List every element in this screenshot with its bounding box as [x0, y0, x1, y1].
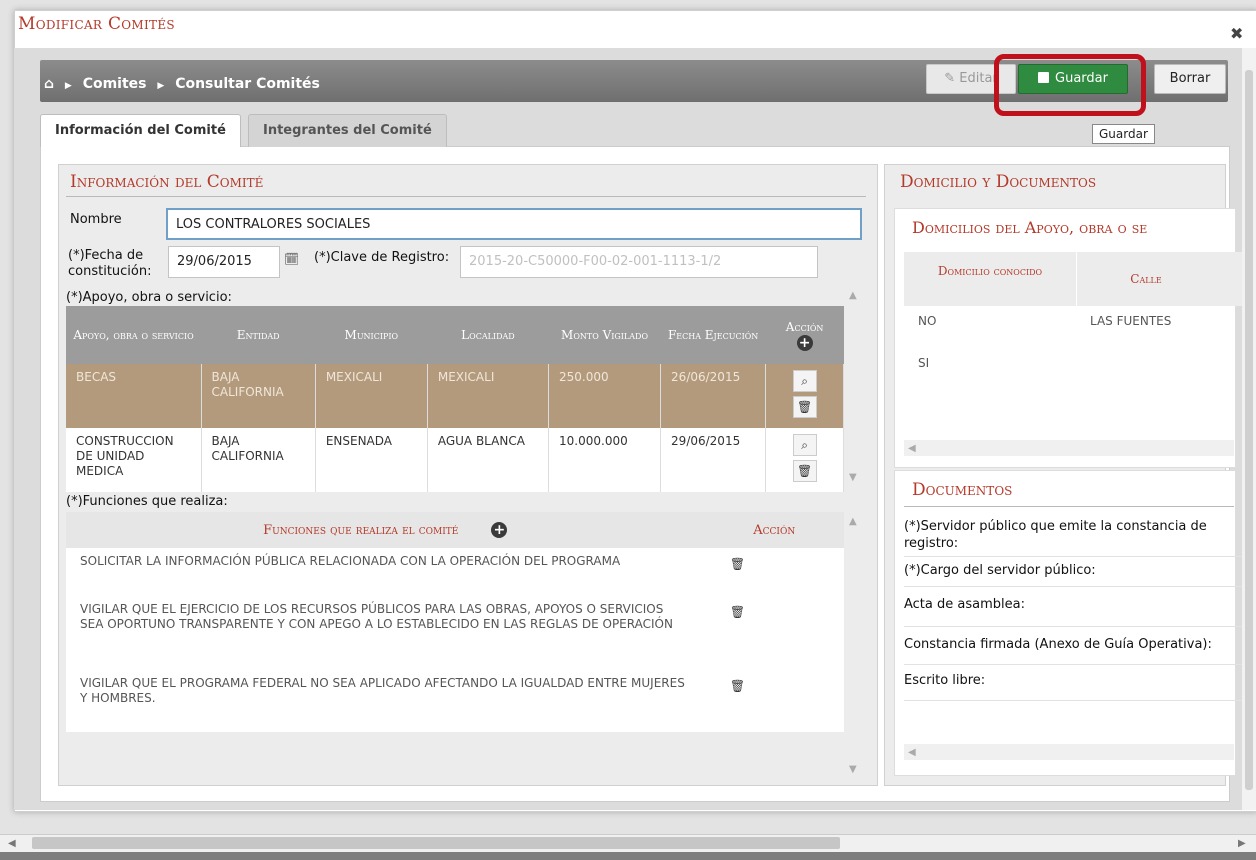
fecha-input[interactable]: 29/06/2015 [168, 246, 280, 278]
fecha-label: (*)Fecha de [68, 248, 144, 263]
col-calle: Calle [1130, 272, 1162, 286]
scroll-left-icon[interactable]: ◀ [908, 747, 916, 758]
apoyo-scrollbar[interactable] [846, 288, 860, 486]
funciones-label: (*)Funciones que realiza: [66, 494, 228, 509]
domicilio-cell: NO [918, 314, 937, 328]
add-funcion-icon[interactable]: + [491, 522, 508, 538]
divider [66, 196, 866, 197]
nombre-label: Nombre [70, 212, 122, 227]
doc-escrito: Escrito libre: [904, 673, 986, 688]
apoyo-table: Apoyo, obra o servicio Entidad Municipio… [66, 306, 844, 492]
funciones-table: Funciones que realiza el comité + Acción… [66, 512, 844, 732]
col-entidad: Entidad [201, 306, 316, 364]
scroll-left-icon[interactable]: ◀ [908, 443, 916, 454]
table-row[interactable]: BECAS BAJA CALIFORNIA MEXICALI MEXICALI … [66, 364, 844, 428]
trash-icon[interactable]: 🗑 [792, 460, 817, 482]
pencil-icon: ✎ [944, 71, 960, 86]
home-icon[interactable]: ⌂ [44, 76, 54, 92]
apoyo-label: (*)Apoyo, obra o servicio: [66, 290, 232, 305]
chevron-right-icon: ▶ [157, 81, 165, 91]
doc-acta: Acta de asamblea: [904, 597, 1025, 612]
doc-constancia: Constancia firmada (Anexo de Guía Operat… [904, 637, 1212, 652]
tab-integrantes[interactable]: Integrantes del Comité [248, 114, 447, 147]
background-strip [0, 852, 1256, 860]
divider [904, 626, 1244, 627]
scroll-up-icon[interactable]: ▲ [849, 516, 857, 527]
add-apoyo-icon[interactable]: + [796, 335, 813, 351]
nombre-input[interactable]: LOS CONTRALORES SOCIALES [166, 208, 862, 240]
scroll-down-icon[interactable]: ▼ [849, 472, 857, 483]
scrollbar-thumb[interactable] [32, 837, 840, 849]
domicilio-hscroll[interactable] [904, 440, 1234, 456]
domicilio-cell: SI [918, 356, 930, 370]
domicilios-subtitle: Domicilios del Apoyo, obra o se [912, 218, 1148, 237]
scroll-left-icon[interactable]: ◀ [8, 838, 16, 849]
table-row: VIGILAR QUE EL PROGRAMA FEDERAL NO SEA A… [66, 662, 844, 732]
divider [904, 506, 1234, 507]
calle-cell: LAS FUENTES [1090, 314, 1172, 328]
search-icon[interactable]: ⌕ [792, 370, 817, 392]
divider [904, 586, 1244, 587]
scroll-down-icon[interactable]: ▼ [849, 764, 857, 775]
col-apoyo: Apoyo, obra o servicio [66, 306, 201, 364]
breadcrumb: ⌂ ▶ Comites ▶ Consultar Comités [44, 76, 320, 92]
chevron-right-icon: ▶ [64, 81, 72, 91]
scroll-up-icon[interactable]: ▲ [849, 290, 857, 301]
close-icon[interactable]: ✖ [1230, 24, 1243, 43]
table-row: SOLICITAR LA INFORMACIÓN PÚBLICA RELACIO… [66, 548, 844, 588]
calendar-icon[interactable]: 🗓 [284, 252, 299, 266]
dialog-title: Modificar Comités [18, 14, 175, 34]
col-domicilio-conocido: Domicilio conocido [937, 264, 1043, 278]
documentos-title: Documentos [912, 480, 1013, 500]
borrar-button[interactable]: Borrar [1154, 64, 1226, 94]
scrollbar-thumb[interactable] [1245, 70, 1253, 790]
fecha-label-2: constitución: [68, 264, 152, 279]
col-monto: Monto Vigilado [548, 306, 661, 364]
breadcrumb-consultar[interactable]: Consultar Comités [175, 76, 320, 92]
clave-input[interactable]: 2015-20-C50000-F00-02-001-1113-1/2 [460, 246, 818, 278]
tab-informacion[interactable]: Información del Comité [40, 114, 241, 147]
table-row: VIGILAR QUE EL EJERCICIO DE LOS RECURSOS… [66, 588, 844, 662]
tooltip: Guardar [1092, 124, 1155, 144]
clave-label: (*)Clave de Registro: [314, 250, 450, 265]
col-funciones: Funciones que realiza el comité + [66, 512, 705, 548]
scroll-right-icon[interactable]: ▶ [1238, 838, 1246, 849]
highlight-box [994, 54, 1146, 116]
domicilio-title: Domicilio y Documentos [900, 172, 1097, 192]
trash-icon[interactable]: 🗑 [727, 676, 749, 696]
col-accion: Acción [704, 512, 844, 548]
doc-servidor: (*)Servidor público que emite la constan… [904, 519, 1207, 551]
trash-icon[interactable]: 🗑 [727, 602, 749, 622]
divider [904, 700, 1244, 701]
documentos-hscroll[interactable] [904, 744, 1234, 760]
breadcrumb-comites[interactable]: Comites [83, 76, 147, 92]
trash-icon[interactable]: 🗑 [792, 396, 817, 418]
col-fecha: Fecha Ejecución [660, 306, 766, 364]
informacion-title: Información del Comité [70, 172, 264, 192]
col-municipio: Municipio [315, 306, 428, 364]
col-accion: Acción + [765, 306, 844, 364]
divider [904, 664, 1244, 665]
divider [904, 556, 1244, 557]
col-localidad: Localidad [427, 306, 549, 364]
doc-cargo: (*)Cargo del servidor público: [904, 563, 1096, 578]
domicilios-box [894, 208, 1236, 468]
search-icon[interactable]: ⌕ [792, 434, 817, 456]
trash-icon[interactable]: 🗑 [727, 554, 749, 574]
documentos-box [894, 470, 1236, 776]
table-row[interactable]: CONSTRUCCION DE UNIDAD MEDICA BAJA CALIF… [66, 428, 844, 492]
